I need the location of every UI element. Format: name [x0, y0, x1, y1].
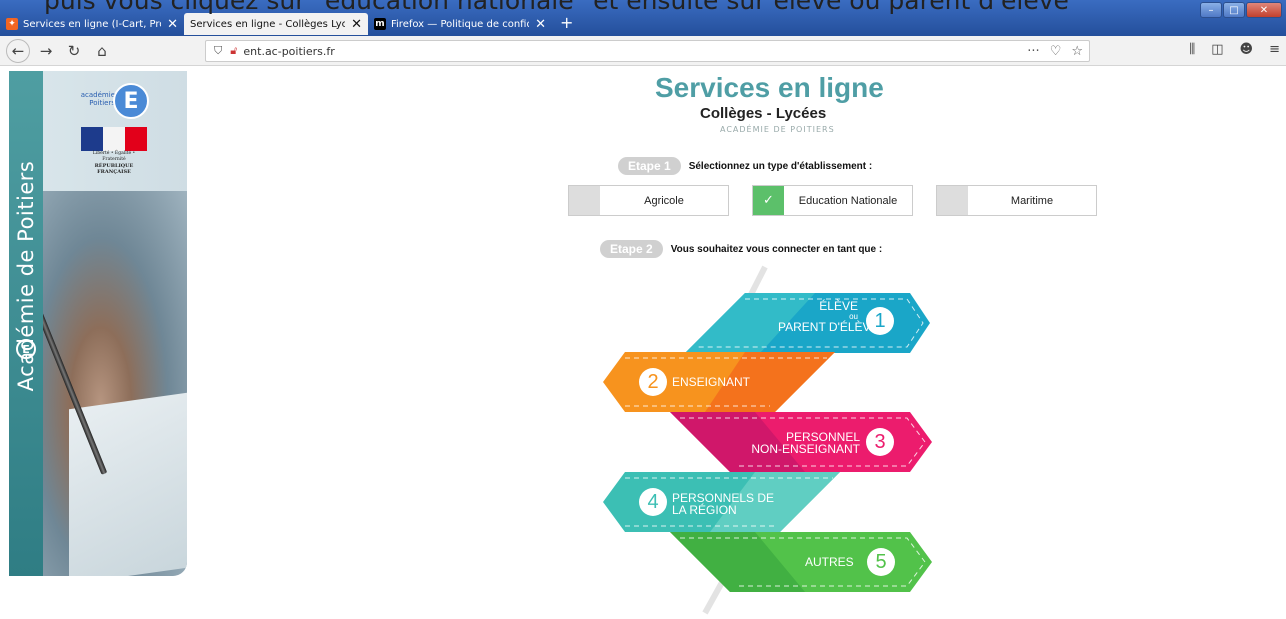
option-agricole[interactable]: Agricole	[568, 185, 729, 216]
flame-favicon-icon: ✦	[6, 18, 18, 30]
toolbar-right: ⫼ ◫ ☻ ≡	[1189, 42, 1280, 57]
step2-text: Vous souhaitez vous connecter en tant qu…	[670, 243, 883, 255]
number-3-badge[interactable]: 3	[866, 428, 894, 456]
back-arrow-icon[interactable]: ←	[6, 38, 30, 63]
step1-text: Sélectionnez un type d'établissement :	[688, 160, 873, 172]
page-actions-icon[interactable]: ···	[1027, 44, 1039, 59]
option-maritime[interactable]: Maritime	[936, 185, 1097, 216]
academie-sidebar: Académie de Poitiers E académie Poitiers…	[9, 71, 187, 576]
republique-francaise-logo: Liberté • Égalité • Fraternité RÉPUBLIQU…	[81, 127, 147, 175]
page-subtitle: Collèges - Lycées	[700, 105, 827, 122]
navigation-toolbar: ← → ↻ ⌂ ⛉ 🔓︎ ent.ac-poitiers.fr ··· ♡ ☆ …	[0, 36, 1286, 66]
pocket-icon[interactable]: ♡	[1050, 44, 1062, 59]
number-5-badge[interactable]: 5	[867, 548, 895, 576]
choice-autres-label[interactable]: AUTRES	[805, 556, 854, 568]
reload-icon[interactable]: ↻	[62, 39, 86, 63]
web-page: Académie de Poitiers E académie Poitiers…	[0, 67, 1286, 619]
option-education-nationale[interactable]: ✓ Education Nationale	[752, 185, 913, 216]
tab-services-icart[interactable]: ✦ Services en ligne (I-Cart, ProNo ✕	[0, 13, 184, 35]
new-tab-button[interactable]: +	[552, 13, 581, 35]
establishment-type-options: Agricole ✓ Education Nationale Maritime	[568, 185, 1097, 216]
close-icon[interactable]: ✕	[351, 17, 362, 32]
step2-pill: Etape 2	[600, 240, 663, 258]
step1-pill: Etape 1	[618, 157, 681, 175]
choice-eleve-label[interactable]: ÉLÈVE ou PARENT D'ÉLÈVE	[778, 300, 879, 333]
bookmark-star-icon[interactable]: ☆	[1071, 44, 1083, 59]
sidebar-icon[interactable]: ◫	[1211, 42, 1223, 57]
address-bar[interactable]: ⛉ 🔓︎ ent.ac-poitiers.fr ··· ♡ ☆	[205, 40, 1090, 62]
library-icon[interactable]: ⫼	[1189, 42, 1195, 57]
instruction-caption: puis vous cliquez sur "éducation nationa…	[44, 0, 1069, 15]
choice-personnel-label[interactable]: PERSONNEL NON-ENSEIGNANT	[725, 431, 860, 455]
tab-firefox-privacy[interactable]: m Firefox — Politique de confiden ✕	[368, 13, 552, 35]
paper-decoration	[69, 392, 187, 576]
choice-region-label[interactable]: PERSONNELS DE LA RÉGION	[672, 492, 774, 516]
academie-logo: académie Poitiers E	[79, 83, 153, 121]
page-title: Services en ligne	[655, 72, 884, 103]
number-4-badge[interactable]: 4	[639, 488, 667, 516]
profile-ribbon-menu: ÉLÈVE ou PARENT D'ÉLÈVE 1 2 ENSEIGNANT P…	[595, 265, 945, 615]
step1-row: Etape 1 Sélectionnez un type d'établisse…	[618, 157, 872, 175]
close-icon[interactable]: ✕	[167, 17, 178, 32]
tab-label: Services en ligne - Collèges Lycées	[190, 18, 346, 30]
insecure-lock-icon[interactable]: 🔓︎	[230, 44, 237, 58]
home-icon[interactable]: ⌂	[90, 39, 114, 63]
step2-row: Etape 2 Vous souhaitez vous connecter en…	[600, 240, 882, 258]
tab-label: Services en ligne (I-Cart, ProNo	[23, 18, 161, 30]
mozilla-favicon-icon: m	[374, 18, 386, 30]
e-circle-icon: E	[16, 339, 36, 359]
checkmark-icon[interactable]: ✓	[753, 186, 784, 215]
forward-arrow-icon[interactable]: →	[34, 39, 58, 63]
choice-enseignant-label[interactable]: ENSEIGNANT	[672, 376, 750, 388]
menu-icon[interactable]: ≡	[1269, 42, 1280, 57]
url-text[interactable]: ent.ac-poitiers.fr	[243, 45, 334, 58]
close-icon[interactable]: ✕	[535, 17, 546, 32]
number-2-badge[interactable]: 2	[639, 368, 667, 396]
academy-label: ACADÉMIE DE POITIERS	[720, 125, 835, 134]
tab-services-colleges[interactable]: Services en ligne - Collèges Lycées ✕	[184, 13, 368, 35]
number-1-badge[interactable]: 1	[866, 307, 894, 335]
tab-strip: ✦ Services en ligne (I-Cart, ProNo ✕ Ser…	[0, 13, 581, 35]
account-icon[interactable]: ☻	[1240, 42, 1254, 57]
checkbox[interactable]	[569, 186, 600, 215]
shield-icon[interactable]: ⛉	[214, 44, 222, 58]
checkbox[interactable]	[937, 186, 968, 215]
tab-label: Firefox — Politique de confiden	[391, 18, 529, 30]
